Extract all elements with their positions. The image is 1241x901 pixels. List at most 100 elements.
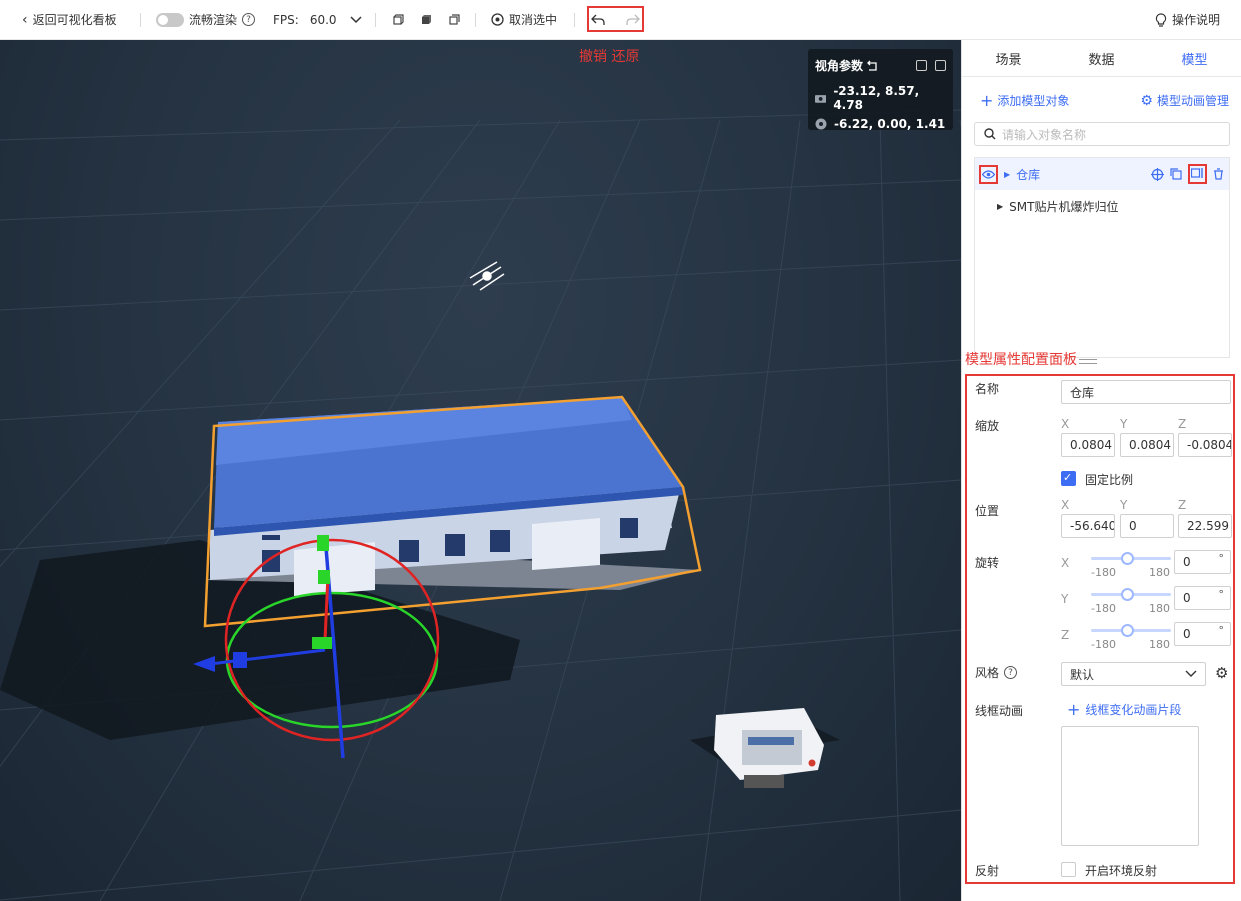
rotation-y-input[interactable]: 0 ° bbox=[1174, 586, 1231, 610]
back-button[interactable]: ‹ 返回可视化看板 bbox=[22, 11, 117, 28]
add-model-label: 添加模型对象 bbox=[997, 94, 1070, 108]
rotation-x-value: 0 bbox=[1183, 555, 1191, 569]
fps-control: FPS: 60.0 bbox=[273, 13, 362, 27]
divider bbox=[140, 12, 141, 27]
scale-x-axis: X bbox=[1061, 417, 1070, 431]
rotation-y-handle[interactable] bbox=[1121, 588, 1134, 601]
smooth-render-toggle[interactable] bbox=[156, 12, 184, 27]
tree-item-label: SMT贴片机爆炸归位 bbox=[1009, 199, 1119, 214]
tree-item-smt[interactable]: ▶ SMT贴片机爆炸归位 bbox=[975, 190, 1229, 222]
help-circle-icon[interactable]: ? bbox=[1004, 666, 1018, 679]
scale-y-input[interactable]: 0.0804 bbox=[1120, 433, 1174, 457]
light-source-icon bbox=[469, 261, 505, 291]
divider bbox=[475, 12, 476, 27]
rotation-z-axis: Z bbox=[1061, 628, 1070, 642]
wireframe-segment-list[interactable] bbox=[1061, 726, 1199, 846]
reset-view-icon[interactable] bbox=[867, 60, 878, 71]
position-x-input[interactable]: -56.640 bbox=[1061, 514, 1115, 538]
degree-unit: ° bbox=[1218, 624, 1225, 637]
paste-icon[interactable] bbox=[935, 60, 946, 71]
copy-icon[interactable] bbox=[916, 60, 927, 71]
model-animation-button[interactable]: ⚙ 模型动画管理 bbox=[1140, 91, 1229, 110]
wireframe-animation-label: 线框动画 bbox=[975, 704, 1024, 718]
search-icon bbox=[984, 128, 996, 140]
help-label: 操作说明 bbox=[1172, 13, 1221, 27]
cube-outline-icon[interactable] bbox=[449, 14, 460, 25]
locate-icon[interactable] bbox=[1151, 167, 1164, 181]
deselect-label: 取消选中 bbox=[509, 13, 558, 27]
scale-z-input[interactable]: -0.0804 bbox=[1178, 433, 1232, 457]
scale-x-input[interactable]: 0.0804 bbox=[1061, 433, 1115, 457]
smooth-render-control: 流畅渲染 ? bbox=[156, 11, 256, 28]
view-mode-group bbox=[393, 14, 460, 25]
property-panel-annotation: 模型属性配置面板 bbox=[965, 352, 1077, 368]
reflection-label: 反射 bbox=[975, 864, 1000, 878]
add-model-button[interactable]: + 添加模型对象 bbox=[980, 91, 1069, 110]
right-panel: 场景 数据 模型 + 添加模型对象 ⚙ 模型动画管理 请输入对象名称 ▶ 仓库 bbox=[961, 40, 1241, 901]
tab-data[interactable]: 数据 bbox=[1055, 40, 1148, 76]
style-value: 默认 bbox=[1070, 667, 1095, 682]
trash-icon[interactable] bbox=[1213, 168, 1224, 180]
tree-item-label: 仓库 bbox=[1016, 167, 1041, 182]
tab-scene[interactable]: 场景 bbox=[962, 40, 1055, 76]
style-select[interactable]: 默认 bbox=[1061, 662, 1206, 686]
camera-params-title: 视角参数 bbox=[815, 59, 864, 73]
env-reflection-checkbox[interactable] bbox=[1061, 862, 1076, 877]
chevron-down-icon[interactable] bbox=[350, 13, 362, 27]
undo-icon[interactable] bbox=[591, 14, 605, 26]
deselect-button[interactable]: 取消选中 bbox=[491, 11, 557, 28]
position-y-input[interactable]: 0 bbox=[1120, 514, 1174, 538]
divider bbox=[375, 12, 376, 27]
position-z-input[interactable]: 22.599 bbox=[1178, 514, 1232, 538]
tab-model[interactable]: 模型 bbox=[1148, 40, 1241, 76]
rotation-z-handle[interactable] bbox=[1121, 624, 1134, 637]
help-button[interactable]: 操作说明 bbox=[1155, 11, 1220, 28]
chevron-left-icon: ‹ bbox=[22, 11, 28, 28]
plus-icon: + bbox=[980, 91, 994, 110]
style-row: 风格 ? bbox=[975, 664, 1018, 681]
eye-icon[interactable] bbox=[979, 164, 998, 184]
rotation-z-max: 180 bbox=[1149, 638, 1170, 651]
lock-ratio-label: 固定比例 bbox=[1085, 473, 1134, 487]
camera-target-value: -6.22, 0.00, 1.41 bbox=[834, 117, 946, 131]
duplicate-icon[interactable] bbox=[1170, 168, 1182, 180]
drag-handle-icon[interactable] bbox=[1079, 358, 1097, 364]
lightbulb-icon bbox=[1155, 12, 1167, 27]
caret-right-icon[interactable]: ▶ bbox=[997, 202, 1003, 211]
smooth-render-label: 流畅渲染 bbox=[189, 13, 238, 27]
caret-right-icon[interactable]: ▶ bbox=[1004, 170, 1010, 179]
redo-icon[interactable] bbox=[626, 14, 640, 26]
model-property-panel: 名称 仓库 缩放 X Y Z 0.0804 0.0804 -0.0804 固定比… bbox=[965, 374, 1235, 884]
rotation-y-value: 0 bbox=[1183, 591, 1191, 605]
smt-machine bbox=[690, 708, 840, 788]
cube-wireframe-icon[interactable] bbox=[393, 14, 404, 25]
position-x-axis: X bbox=[1061, 498, 1070, 512]
tree-item-warehouse[interactable]: ▶ 仓库 bbox=[975, 158, 1229, 190]
rotation-z-input[interactable]: 0 ° bbox=[1174, 622, 1231, 646]
lock-ratio-checkbox[interactable] bbox=[1061, 471, 1076, 486]
rotation-label: 旋转 bbox=[975, 556, 1000, 570]
rotation-x-axis: X bbox=[1061, 556, 1070, 570]
name-input[interactable]: 仓库 bbox=[1061, 380, 1231, 404]
style-settings-gear-icon[interactable]: ⚙ bbox=[1215, 664, 1228, 682]
rotation-x-input[interactable]: 0 ° bbox=[1174, 550, 1231, 574]
scene-viewport[interactable]: 视角参数 -23.12, 8.57, 4.78 -6.22, 0.00, 1.4… bbox=[0, 40, 961, 901]
fps-value[interactable]: 60.0 bbox=[310, 13, 337, 27]
gear-icon: ⚙ bbox=[1140, 92, 1153, 109]
rotation-x-min: -180 bbox=[1091, 566, 1116, 579]
position-label: 位置 bbox=[975, 504, 1000, 518]
cube-solid-icon[interactable] bbox=[421, 14, 432, 25]
property-panel-toggle-icon[interactable] bbox=[1188, 164, 1207, 184]
degree-unit: ° bbox=[1218, 552, 1225, 565]
rotation-x-max: 180 bbox=[1149, 566, 1170, 579]
rotation-y-max: 180 bbox=[1149, 602, 1170, 615]
add-wireframe-segment-button[interactable]: + 线框变化动画片段 bbox=[1067, 700, 1181, 719]
rotation-x-handle[interactable] bbox=[1121, 552, 1134, 565]
object-tree: ▶ 仓库 ▶ SMT贴片机爆炸归位 bbox=[974, 157, 1230, 358]
degree-unit: ° bbox=[1218, 588, 1225, 601]
scene-canvas[interactable] bbox=[0, 40, 961, 901]
add-wireframe-segment-label: 线框变化动画片段 bbox=[1085, 703, 1182, 717]
help-circle-icon[interactable]: ? bbox=[242, 13, 256, 26]
model-animation-label: 模型动画管理 bbox=[1156, 94, 1229, 108]
object-search[interactable]: 请输入对象名称 bbox=[974, 122, 1230, 146]
